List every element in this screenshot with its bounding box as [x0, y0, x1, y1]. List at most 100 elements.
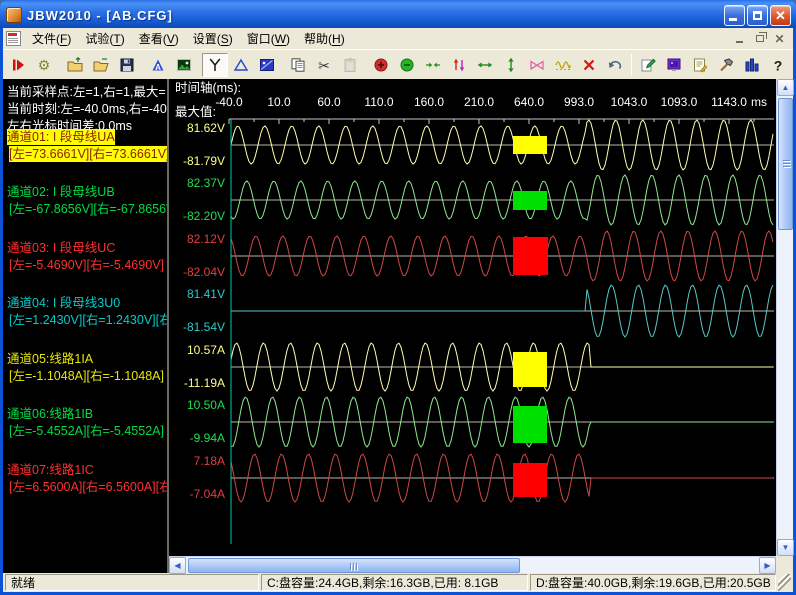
- channel-01-values[interactable]: [左=73.6661V][右=73.6661V]: [9, 146, 169, 162]
- channel-05-values[interactable]: [左=-1.1048A][右=-1.1048A]: [9, 368, 164, 384]
- menu-item-help[interactable]: 帮助(H): [297, 27, 352, 50]
- open-import-button[interactable]: [62, 53, 88, 77]
- help-button[interactable]: ?: [765, 53, 791, 77]
- channel-03-label[interactable]: 通道03: I 段母线UC: [7, 240, 115, 256]
- channel-05-fault-marker: [513, 352, 547, 387]
- split-vertical-button[interactable]: [446, 53, 472, 77]
- zoom-text-icon: A: [150, 57, 166, 73]
- cut-icon: ✂: [316, 57, 332, 73]
- vertical-scrollbar[interactable]: ▲ ▼: [776, 79, 793, 556]
- expand-vertical-button[interactable]: [498, 53, 524, 77]
- mdi-minimize-icon: [736, 41, 743, 43]
- delete-button[interactable]: [576, 53, 602, 77]
- mdi-minimize-button[interactable]: [732, 32, 747, 45]
- settings-gears-button[interactable]: ⚙: [31, 53, 57, 77]
- time-tick-label: -40.0: [215, 95, 243, 109]
- waveform-svg[interactable]: 时间轴(ms):最大值:-40.010.060.0110.0160.0210.0…: [169, 79, 776, 556]
- add-channel-button[interactable]: [368, 53, 394, 77]
- open-file-button[interactable]: [88, 53, 114, 77]
- time-tick-label: 60.0: [317, 95, 341, 109]
- channel-07-min-label: -7.04A: [190, 487, 225, 501]
- menubar: 文件(F)试验(T)查看(V)设置(S)窗口(W)帮助(H) ✕: [3, 28, 793, 49]
- menu-item-file[interactable]: 文件(F): [25, 27, 78, 50]
- open-import-icon: [67, 57, 83, 73]
- horizontal-scrollbar[interactable]: ◀ ▶: [169, 556, 776, 573]
- compress-horizontal-button[interactable]: [420, 53, 446, 77]
- waveform-y-button[interactable]: [202, 53, 228, 77]
- triangle-view-button[interactable]: [228, 53, 254, 77]
- channel-07-max-label: 7.18A: [194, 454, 225, 468]
- titlebar[interactable]: JBW2010 - [AB.CFG] ✕: [0, 0, 796, 28]
- channel-03-values[interactable]: [左=-5.4690V][右=-5.4690V]: [9, 257, 164, 273]
- channel-02-label[interactable]: 通道02: I 段母线UB: [7, 184, 115, 200]
- menu-item-test[interactable]: 试验(T): [78, 27, 131, 50]
- monitor-view-button[interactable]: [661, 53, 687, 77]
- menu-item-view[interactable]: 查看(V): [132, 27, 186, 50]
- channel-04-values[interactable]: [左=1.2430V][右=1.2430V][右: [9, 312, 169, 328]
- channel-01-label[interactable]: 通道01: I 段母线UA: [7, 129, 115, 145]
- status-ready: 就绪: [5, 574, 259, 591]
- document-icon[interactable]: [6, 31, 21, 46]
- horizontal-scroll-thumb[interactable]: [188, 558, 520, 573]
- expand-horizontal-icon: [477, 57, 493, 73]
- menu-item-window[interactable]: 窗口(W): [240, 27, 297, 50]
- channel-05-label[interactable]: 通道05:线路1IA: [7, 351, 93, 367]
- image-view-green-button[interactable]: [171, 53, 197, 77]
- run-button[interactable]: [5, 53, 31, 77]
- time-tick-label: 1093.0: [661, 95, 698, 109]
- split-vertical-icon: [451, 57, 467, 73]
- waveform-y-icon: [207, 57, 223, 73]
- resize-grip[interactable]: [778, 574, 791, 591]
- report-doc-button[interactable]: [687, 53, 713, 77]
- channel-03-max-label: 82.12V: [187, 232, 225, 246]
- copy-button[interactable]: [285, 53, 311, 77]
- scroll-right-button[interactable]: ▶: [759, 557, 776, 574]
- image-view-green-icon: [176, 57, 192, 73]
- image-view-blue-button[interactable]: [254, 53, 280, 77]
- mdi-close-button[interactable]: ✕: [772, 32, 787, 45]
- menu-item-setup[interactable]: 设置(S): [186, 27, 240, 50]
- undo-button[interactable]: [602, 53, 628, 77]
- channel-03-fault-marker: [513, 237, 548, 275]
- close-button[interactable]: ✕: [770, 5, 791, 26]
- edit-report-button[interactable]: [635, 53, 661, 77]
- channel-07-label[interactable]: 通道07:线路1IC: [7, 462, 94, 478]
- channel-01-min-label: -81.79V: [183, 154, 225, 168]
- max-value-title: 最大值:: [175, 104, 216, 119]
- channel-07-values[interactable]: [左=6.5600A][右=6.5600A][右: [9, 479, 169, 495]
- overlap-view-button[interactable]: [524, 53, 550, 77]
- scroll-left-button[interactable]: ◀: [169, 557, 186, 574]
- waveform-plot-area[interactable]: 时间轴(ms):最大值:-40.010.060.0110.0160.0210.0…: [169, 79, 776, 556]
- run-icon: [10, 57, 26, 73]
- channel-02-min-label: -82.20V: [183, 209, 225, 223]
- open-file-icon: [93, 57, 109, 73]
- channel-04-label[interactable]: 通道04: I 段母线3U0: [7, 295, 120, 311]
- undo-icon: [607, 57, 623, 73]
- copy-icon: [290, 57, 306, 73]
- channel-02-values[interactable]: [左=-67.8656V][右=-67.8656V]: [9, 201, 169, 217]
- save-button[interactable]: [114, 53, 140, 77]
- channel-01-max-label: 81.62V: [187, 121, 225, 135]
- window-body: 文件(F)试验(T)查看(V)设置(S)窗口(W)帮助(H) ✕ ⚙A✂? 当前…: [3, 28, 793, 592]
- channel-07-fault-marker: [513, 463, 547, 497]
- scroll-down-button[interactable]: ▼: [777, 539, 794, 556]
- scroll-up-button[interactable]: ▲: [777, 79, 794, 96]
- cut-button[interactable]: ✂: [311, 53, 337, 77]
- channel-06-values[interactable]: [左=-5.4552A][右=-5.4552A]: [9, 423, 164, 439]
- compress-horizontal-icon: [425, 57, 441, 73]
- status-disk-d: D:盘容量:40.0GB,剩余:19.6GB,已用:20.5GB: [530, 574, 776, 591]
- app-icon: [6, 7, 22, 23]
- vertical-scroll-thumb[interactable]: [778, 98, 793, 230]
- tools-button[interactable]: [713, 53, 739, 77]
- remove-channel-button[interactable]: [394, 53, 420, 77]
- mdi-restore-button[interactable]: [752, 32, 767, 45]
- zoom-text-button[interactable]: A: [145, 53, 171, 77]
- maximize-button[interactable]: [747, 5, 768, 26]
- channel-06-label[interactable]: 通道06:线路1IB: [7, 406, 93, 422]
- histogram-view-button[interactable]: [739, 53, 765, 77]
- wave-smooth-button[interactable]: [550, 53, 576, 77]
- svg-text:⚙: ⚙: [38, 57, 51, 73]
- expand-horizontal-button[interactable]: [472, 53, 498, 77]
- channel-06-max-label: 10.50A: [187, 398, 225, 412]
- minimize-button[interactable]: [724, 5, 745, 26]
